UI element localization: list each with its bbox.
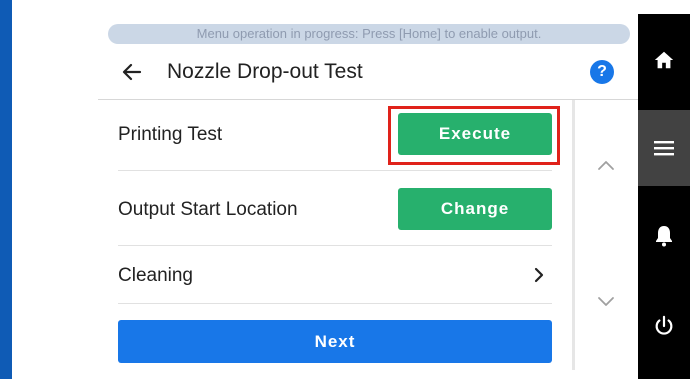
scrollbar-track[interactable] — [572, 100, 575, 370]
output-start-location-label: Output Start Location — [118, 199, 298, 220]
left-edge-bar — [0, 0, 12, 379]
power-icon — [655, 315, 673, 335]
page-title: Nozzle Drop-out Test — [167, 60, 363, 83]
next-button[interactable]: Next — [118, 320, 552, 363]
row-divider — [118, 303, 552, 304]
row-divider — [118, 245, 552, 246]
execute-highlight-box — [388, 106, 560, 165]
chevron-right-icon[interactable] — [532, 266, 546, 284]
power-button[interactable] — [638, 288, 690, 364]
row-divider — [118, 170, 552, 171]
menu-button[interactable] — [638, 110, 690, 186]
home-icon — [654, 51, 674, 69]
cleaning-label[interactable]: Cleaning — [118, 264, 193, 288]
chevron-up-icon[interactable] — [596, 158, 616, 172]
chevron-down-icon[interactable] — [596, 295, 616, 309]
back-arrow-icon[interactable] — [120, 60, 144, 84]
side-nav — [638, 14, 690, 379]
notifications-button[interactable] — [638, 198, 690, 274]
status-banner: Menu operation in progress: Press [Home]… — [108, 24, 630, 44]
change-button[interactable]: Change — [398, 188, 552, 230]
printing-test-label: Printing Test — [118, 124, 223, 145]
menu-icon — [654, 141, 674, 156]
bell-icon — [656, 226, 672, 247]
question-icon[interactable]: ? — [590, 60, 614, 84]
home-button[interactable] — [638, 22, 690, 98]
